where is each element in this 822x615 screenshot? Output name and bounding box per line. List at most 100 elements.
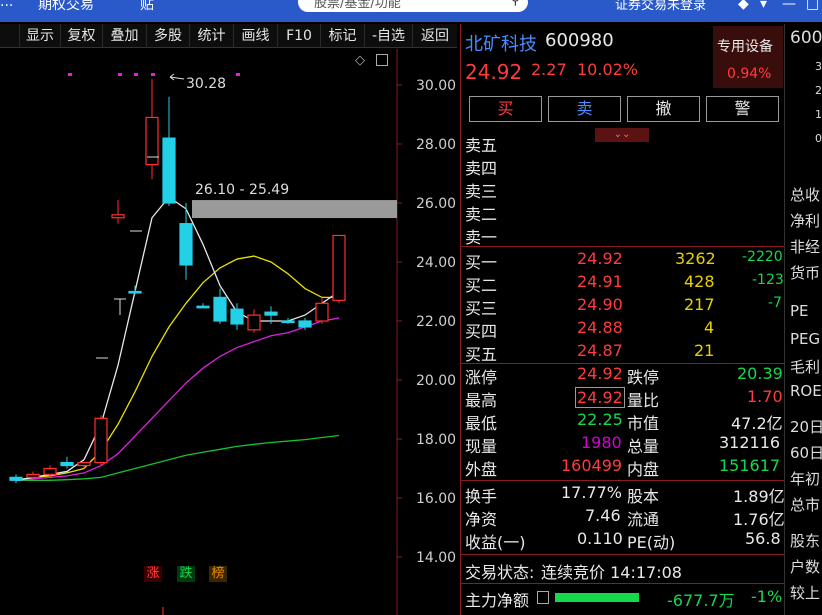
buy-level-price: 24.92	[577, 249, 623, 268]
minimize-icon[interactable]: —	[782, 0, 796, 12]
y-axis-label: 14.00	[416, 550, 456, 566]
stock-code: 600980	[545, 30, 614, 51]
edge-label: 股东	[790, 532, 821, 550]
sell-level-5-label: 卖五	[465, 136, 498, 155]
toolbar-back-button[interactable]: 返回	[413, 24, 457, 48]
buy-level-volume: 217	[684, 295, 715, 314]
menu-dropdown-icon[interactable]: ▾	[760, 0, 767, 12]
buy-level-label: 买三	[465, 299, 498, 318]
candle-body	[264, 311, 278, 316]
sell-button[interactable]: 卖	[548, 96, 621, 122]
marker-rise[interactable]: 涨	[144, 566, 162, 582]
nav-item-more[interactable]: ...	[0, 0, 13, 10]
inner-volume-value: 151617	[719, 456, 781, 475]
edge-label: 60日	[790, 444, 822, 462]
buy-level-1[interactable]: 买一 24.92 3262 -2220	[461, 249, 785, 272]
candle-body	[196, 305, 210, 309]
status-divider	[461, 554, 785, 555]
buy-level-3[interactable]: 买三 24.90 217 -7	[461, 295, 785, 318]
buy-level-volume: 21	[694, 341, 715, 360]
search-input[interactable]: 股票/基金/功能 ⚲	[298, 0, 528, 12]
kline-chart[interactable]: 30.00 28.00 26.00 24.00 22.00 20.00 18.00 16.00…	[0, 49, 457, 615]
buy-button[interactable]: 买	[469, 96, 542, 122]
main-flow-row[interactable]: 主力净额 -677.7万 -1%	[461, 587, 785, 610]
total-volume-label: 总量	[627, 437, 660, 456]
high-price-annotation: 30.28	[186, 76, 227, 92]
candle-body	[145, 116, 159, 166]
toolbar-overlay-button[interactable]: 叠加	[103, 24, 147, 48]
candle-body	[230, 308, 244, 325]
t-marker	[114, 298, 126, 315]
candle-body	[43, 467, 57, 476]
candle-body	[111, 214, 125, 219]
collapse-diamond-icon[interactable]: ◇	[355, 53, 365, 68]
current-price: 24.92	[465, 60, 523, 84]
nav-item-options-trading[interactable]: 期权交易	[38, 0, 94, 14]
candle-body	[26, 473, 40, 478]
candle-body	[213, 296, 227, 322]
alert-button[interactable]: 警	[706, 96, 779, 122]
toolbar-multi-stock-button[interactable]: 多股	[147, 24, 190, 48]
search-icon[interactable]: ⚲	[510, 0, 520, 8]
order-book-divider	[461, 246, 785, 247]
marker-ranking[interactable]: 榜	[209, 566, 227, 582]
toolbar-f10-button[interactable]: F10	[278, 24, 321, 48]
outer-volume-label: 外盘	[465, 460, 498, 479]
toolbar-draw-button[interactable]: 画线	[234, 24, 278, 48]
toolbar-spacer	[0, 24, 20, 48]
buy-level-change: -7	[768, 295, 782, 311]
toolbar-mark-button[interactable]: 标记	[321, 24, 365, 48]
candle-body	[9, 476, 23, 481]
sell-level-2-label: 卖二	[465, 205, 498, 224]
edge-label: 非经	[790, 238, 821, 256]
trading-status-value: 连续竞价 14:17:08	[541, 563, 682, 582]
candle-body	[315, 302, 329, 322]
outer-volume-value: 160499	[561, 456, 623, 475]
buy-level-label: 买五	[465, 345, 498, 364]
candle-body	[60, 462, 74, 467]
nav-item-forum[interactable]: 贴	[140, 0, 154, 14]
buy-level-volume: 3262	[675, 249, 716, 268]
cancel-order-button[interactable]: 撤	[627, 96, 700, 122]
trading-login-status[interactable]: 证券交易未登录	[615, 0, 706, 13]
candle-body	[162, 137, 176, 204]
toolbar-adjust-button[interactable]: 复权	[61, 24, 103, 48]
trading-status-label: 交易状态:	[465, 563, 535, 582]
y-axis-label: 26.00	[416, 196, 456, 212]
high-label: 最高	[465, 391, 498, 410]
maximize-icon[interactable]: □	[806, 0, 819, 12]
buy-level-label: 买二	[465, 276, 498, 295]
signal-dot	[151, 73, 155, 76]
eps-value: 0.110	[577, 529, 623, 548]
window-toggle-icon[interactable]	[376, 54, 388, 66]
toolbar-remove-favorite-button[interactable]: -自选	[365, 24, 413, 48]
edge-label: 净利	[790, 212, 821, 230]
skin-icon[interactable]: ◆	[738, 0, 749, 12]
volume-ratio-value: 1.70	[747, 387, 783, 406]
search-placeholder: 股票/基金/功能	[314, 0, 401, 11]
pe-value: 56.8	[745, 529, 781, 548]
marker-fall[interactable]: 跌	[177, 566, 195, 582]
main-flow-value: -677.7万	[667, 591, 735, 610]
candle-body	[94, 417, 108, 464]
edge-label: 年初	[790, 470, 821, 488]
flow-detail-icon[interactable]	[537, 591, 549, 604]
edge-label: 较上	[790, 584, 821, 602]
buy-level-2[interactable]: 买二 24.91 428 -123	[461, 272, 785, 295]
buy-level-4[interactable]: 买四 24.88 4	[461, 318, 785, 341]
kline-svg[interactable]: 30.00 28.00 26.00 24.00 22.00 20.00 18.00 16.00…	[0, 49, 457, 615]
chart-toolbar: 显示 复权 叠加 多股 统计 画线 F10 标记 -自选 返回	[0, 24, 457, 48]
buy-level-5[interactable]: 买五 24.87 21	[461, 341, 785, 364]
toolbar-display-button[interactable]: 显示	[20, 24, 61, 48]
turnover-label: 换手	[465, 487, 498, 506]
buy-level-change: -2220	[742, 249, 783, 265]
main-flow-label: 主力净额	[465, 591, 530, 610]
limit-down-label: 跌停	[627, 368, 660, 387]
buy-level-price: 24.88	[577, 318, 623, 337]
edge-label: 总收	[790, 186, 821, 204]
sector-name: 专用设备	[717, 39, 773, 55]
ma-line-magenta	[15, 317, 340, 481]
ma-line-white	[15, 196, 340, 481]
toolbar-statistics-button[interactable]: 统计	[190, 24, 234, 48]
y-axis-label: 20.00	[416, 373, 456, 389]
